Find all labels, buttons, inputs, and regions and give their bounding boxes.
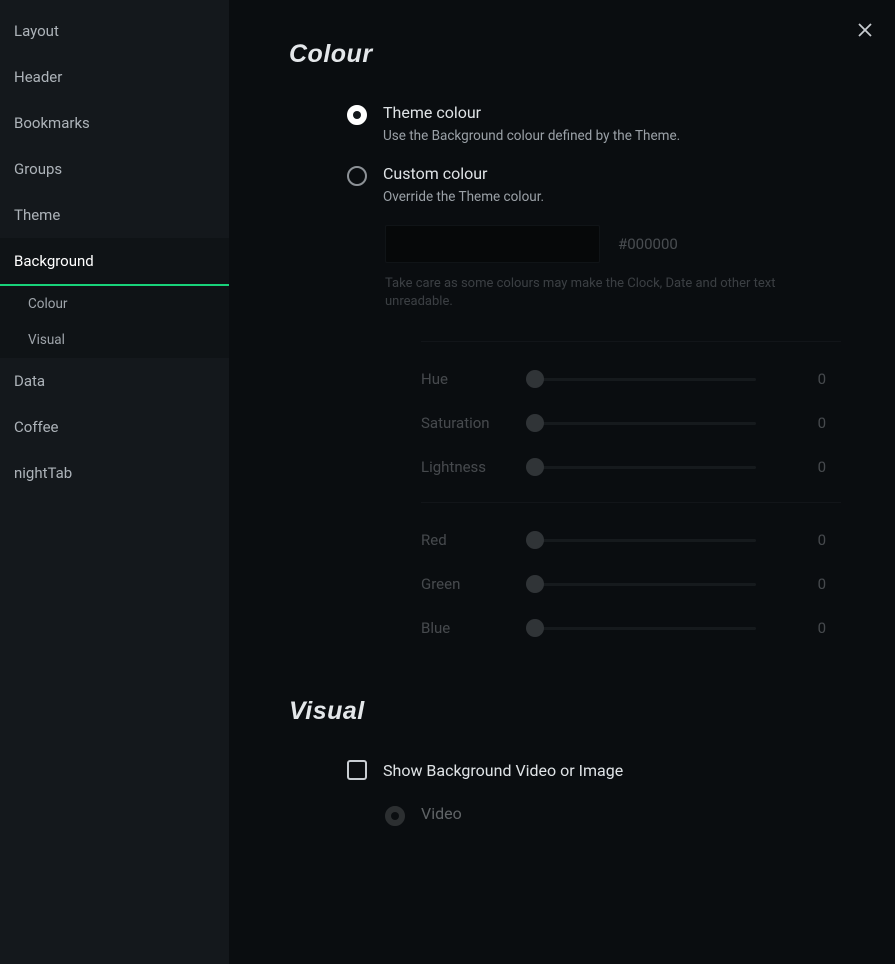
slider-green-label: Green <box>421 575 506 593</box>
colour-swatch[interactable] <box>385 225 600 263</box>
slider-blue-value: 0 <box>796 619 826 637</box>
slider-hue-value: 0 <box>796 370 826 388</box>
slider-lightness-row: Lightness 0 <box>421 458 845 476</box>
sidebar-item-layout[interactable]: Layout <box>0 8 229 54</box>
slider-red[interactable] <box>526 539 756 542</box>
slider-saturation-thumb[interactable] <box>526 414 544 432</box>
radio-video[interactable] <box>385 806 405 826</box>
sidebar: Layout Header Bookmarks Groups Theme Bac… <box>0 0 229 964</box>
slider-red-row: Red 0 <box>421 531 845 549</box>
section-title-colour: Colour <box>289 40 845 69</box>
slider-hue-row: Hue 0 <box>421 370 845 388</box>
slider-saturation[interactable] <box>526 422 756 425</box>
show-bg-row: Show Background Video or Image <box>347 760 845 780</box>
slider-blue-row: Blue 0 <box>421 619 845 637</box>
radio-theme-colour-desc: Use the Background colour defined by the… <box>383 128 680 144</box>
custom-colour-block: #000000 Take care as some colours may ma… <box>385 225 845 637</box>
sidebar-item-coffee[interactable]: Coffee <box>0 404 229 450</box>
divider <box>421 502 841 503</box>
visual-section: Visual Show Background Video or Image Vi… <box>289 697 845 829</box>
slider-lightness-thumb[interactable] <box>526 458 544 476</box>
slider-hue[interactable] <box>526 378 756 381</box>
sidebar-item-bookmarks[interactable]: Bookmarks <box>0 100 229 146</box>
sidebar-subitems: Colour Visual <box>0 286 229 358</box>
colour-warning: Take care as some colours may make the C… <box>385 275 825 311</box>
close-icon[interactable] <box>851 16 879 44</box>
slider-hue-thumb[interactable] <box>526 370 544 388</box>
slider-red-thumb[interactable] <box>526 531 544 549</box>
divider <box>421 341 841 342</box>
radio-custom-colour-row: Custom colour Override the Theme colour. <box>347 164 845 205</box>
radio-theme-colour-label: Theme colour <box>383 103 680 122</box>
radio-custom-colour-desc: Override the Theme colour. <box>383 189 544 205</box>
slider-green[interactable] <box>526 583 756 586</box>
radio-custom-colour[interactable] <box>347 166 367 186</box>
slider-lightness-label: Lightness <box>421 458 506 476</box>
colour-hex: #000000 <box>618 235 678 253</box>
slider-green-value: 0 <box>796 575 826 593</box>
slider-lightness-value: 0 <box>796 458 826 476</box>
radio-video-label: Video <box>421 804 462 823</box>
slider-hue-label: Hue <box>421 370 506 388</box>
sidebar-item-header[interactable]: Header <box>0 54 229 100</box>
slider-saturation-row: Saturation 0 <box>421 414 845 432</box>
radio-video-row: Video <box>385 804 845 829</box>
sidebar-item-groups[interactable]: Groups <box>0 146 229 192</box>
radio-theme-colour-row: Theme colour Use the Background colour d… <box>347 103 845 144</box>
slider-blue-thumb[interactable] <box>526 619 544 637</box>
slider-saturation-value: 0 <box>796 414 826 432</box>
slider-red-value: 0 <box>796 531 826 549</box>
slider-saturation-label: Saturation <box>421 414 506 432</box>
sidebar-sub-colour[interactable]: Colour <box>0 286 229 322</box>
radio-theme-colour[interactable] <box>347 105 367 125</box>
main-panel: Colour Theme colour Use the Background c… <box>229 0 895 964</box>
slider-blue[interactable] <box>526 627 756 630</box>
slider-green-row: Green 0 <box>421 575 845 593</box>
section-title-visual: Visual <box>289 697 845 726</box>
sidebar-item-background[interactable]: Background <box>0 238 229 286</box>
checkbox-show-background-label: Show Background Video or Image <box>383 761 623 780</box>
slider-lightness[interactable] <box>526 466 756 469</box>
sidebar-item-theme[interactable]: Theme <box>0 192 229 238</box>
sidebar-sub-visual[interactable]: Visual <box>0 322 229 358</box>
slider-green-thumb[interactable] <box>526 575 544 593</box>
slider-blue-label: Blue <box>421 619 506 637</box>
sidebar-item-data[interactable]: Data <box>0 358 229 404</box>
radio-custom-colour-label: Custom colour <box>383 164 544 183</box>
checkbox-show-background[interactable] <box>347 760 367 780</box>
sidebar-item-nighttab[interactable]: nightTab <box>0 450 229 496</box>
slider-red-label: Red <box>421 531 506 549</box>
